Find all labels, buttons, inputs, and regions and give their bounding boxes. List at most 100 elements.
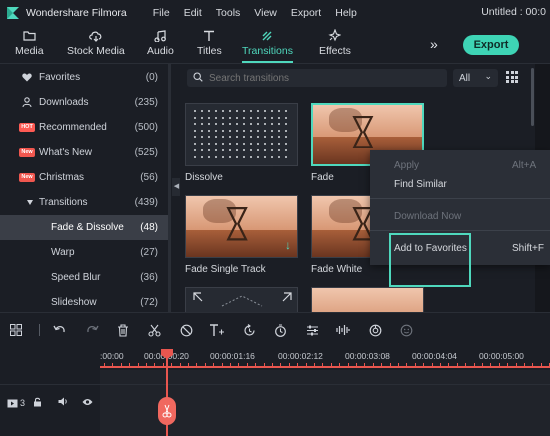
search-icon [193, 71, 203, 85]
download-arrow-icon[interactable]: ↓ [285, 238, 291, 252]
menu-file[interactable]: File [153, 7, 170, 19]
ruler-tick [389, 363, 391, 367]
transitions-sidebar: Favorites (0) Downloads (235) HOT Recomm… [0, 64, 170, 312]
ruler-tick [137, 363, 139, 367]
sidebar-item-whats-new[interactable]: New What's New (525) [0, 140, 168, 165]
ruler-tick [179, 363, 181, 367]
ruler-tick [414, 363, 416, 367]
ruler-tick [364, 363, 366, 367]
ruler-tick [372, 363, 374, 367]
fade-single-track-thumbnail: ↓ [185, 195, 298, 258]
sidebar-item-recommended[interactable]: HOT Recommended (500) [0, 115, 168, 140]
ruler-tick [507, 363, 509, 367]
delete-icon[interactable] [115, 322, 131, 338]
timeline-toolbar [0, 312, 550, 348]
menu-separator [370, 230, 550, 231]
layout-grid-icon[interactable] [8, 322, 24, 338]
eye-visibility-icon[interactable] [82, 398, 93, 409]
sidebar-item-speed-blur[interactable]: Speed Blur (36) [0, 265, 168, 290]
expand-panel-icon[interactable]: » [430, 36, 438, 52]
transition-card-fade-single-track[interactable]: ↓ Fade Single Track [185, 195, 298, 275]
timeline-ruler[interactable]: :00:00 00:00:00:20 00:00:01:16 00:00:02:… [0, 348, 550, 370]
ruler-tick [221, 363, 223, 367]
menu-tools[interactable]: Tools [216, 7, 241, 19]
arrows-thumbnail [185, 287, 298, 312]
menu-item-apply[interactable]: Apply Alt+A [370, 155, 550, 175]
ruler-tick [246, 363, 248, 367]
menu-view[interactable]: View [254, 7, 277, 19]
video-track-icon: 3 [7, 398, 25, 408]
ruler-tick [465, 363, 467, 367]
sidebar-item-transitions[interactable]: Transitions (439) [0, 190, 168, 215]
ruler-tick [381, 363, 383, 367]
ruler-tick [540, 363, 542, 367]
ai-face-icon[interactable] [398, 322, 414, 338]
ruler-tick [288, 363, 290, 367]
speaker-icon[interactable] [58, 397, 68, 409]
tab-media[interactable]: Media [15, 28, 44, 57]
track-header-video-3: 3 [0, 388, 100, 418]
ruler-tick [322, 363, 324, 367]
sidebar-item-christmas[interactable]: New Christmas (56) [0, 165, 168, 190]
ruler-tick [314, 363, 315, 367]
redo-icon[interactable] [84, 322, 100, 338]
menu-edit[interactable]: Edit [184, 7, 202, 19]
cut-scissors-icon[interactable] [146, 322, 162, 338]
user-download-icon [19, 96, 35, 109]
menu-item-find-similar[interactable]: Find Similar [370, 174, 550, 194]
ruler-tick [473, 363, 475, 367]
active-tab-indicator [242, 61, 293, 63]
sidebar-item-downloads[interactable]: Downloads (235) [0, 90, 168, 115]
search-box[interactable] [187, 69, 447, 87]
ruler-tick [171, 363, 173, 367]
tab-stock-media[interactable]: Stock Media [67, 28, 125, 57]
menu-bar: File Edit Tools View Export Help [153, 7, 371, 19]
tab-effects[interactable]: Effects [319, 28, 351, 57]
ruler-tick [515, 363, 517, 367]
sidebar-item-warp[interactable]: Warp (27) [0, 240, 168, 265]
ruler-tick [196, 363, 198, 367]
tab-transitions[interactable]: Transitions [242, 28, 293, 63]
transition-card-partial[interactable] [185, 287, 298, 312]
new-badge: New [19, 173, 35, 182]
collapse-triangle-icon[interactable] [22, 196, 38, 209]
menu-help[interactable]: Help [335, 7, 357, 19]
lock-icon[interactable] [33, 397, 42, 410]
tab-audio[interactable]: Audio [147, 28, 174, 57]
sparkle-icon [319, 28, 351, 43]
export-button[interactable]: Export [463, 35, 519, 55]
search-input[interactable] [209, 72, 429, 84]
transition-card-dissolve[interactable]: Dissolve [185, 103, 298, 183]
ruler-tick [482, 363, 483, 367]
menu-item-download-now[interactable]: Download Now [370, 206, 550, 226]
text-add-icon[interactable] [209, 322, 225, 338]
ruler-tick [423, 363, 425, 367]
ruler-tick [305, 363, 307, 367]
heart-icon [19, 71, 35, 84]
ruler-tick [238, 363, 240, 367]
transition-icon [242, 28, 293, 43]
tab-titles[interactable]: Titles [197, 28, 222, 57]
grid-view-icon[interactable] [506, 71, 518, 83]
adjust-sliders-icon[interactable] [304, 322, 320, 338]
disable-icon[interactable] [178, 322, 194, 338]
ruler-tick [280, 363, 282, 367]
filter-dropdown[interactable]: All ⌄ [453, 69, 498, 87]
filmora-logo-icon [6, 6, 20, 20]
audio-waveform-icon[interactable] [335, 322, 351, 338]
sidebar-item-favorites[interactable]: Favorites (0) [0, 65, 168, 90]
ruler-tick [490, 363, 492, 367]
undo-icon[interactable] [51, 322, 67, 338]
playhead-scissors-handle[interactable] [158, 397, 176, 425]
music-note-icon [147, 28, 174, 43]
ruler-tick [456, 363, 458, 367]
color-match-icon[interactable] [367, 322, 383, 338]
sidebar-scrollbar[interactable] [168, 64, 171, 312]
speed-timer-icon[interactable] [272, 322, 288, 338]
ruler-tick [162, 363, 164, 367]
menu-export[interactable]: Export [291, 7, 321, 19]
sidebar-item-fade-dissolve[interactable]: Fade & Dissolve (48) [0, 215, 168, 240]
ruler-tick [255, 363, 257, 367]
rotate-icon[interactable] [241, 322, 257, 338]
transition-card-partial-2[interactable] [311, 287, 424, 312]
